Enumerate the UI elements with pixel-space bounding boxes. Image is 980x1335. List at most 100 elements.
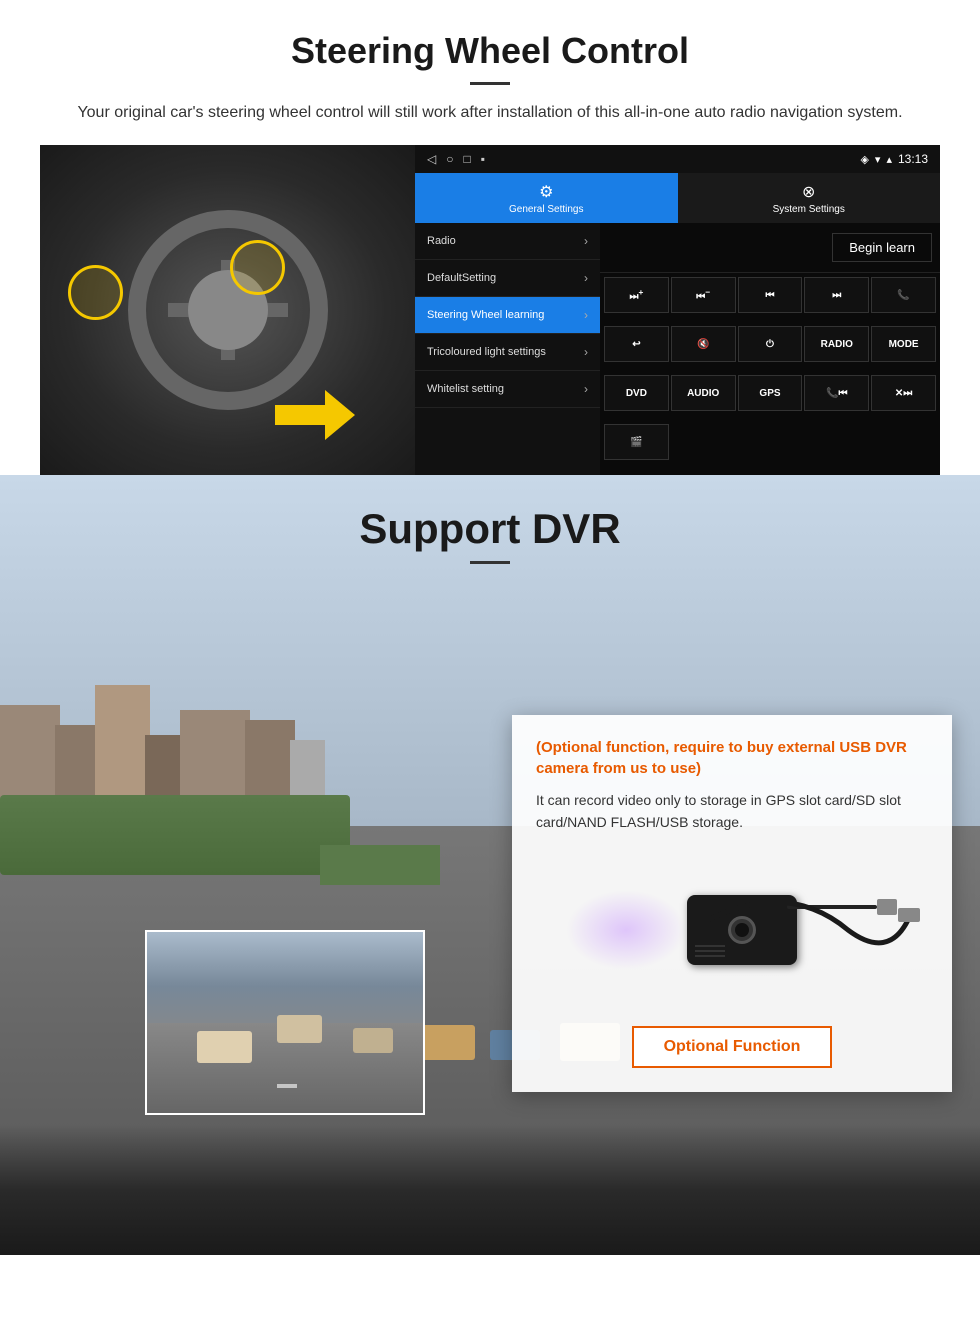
begin-learn-button[interactable]: Begin learn — [832, 233, 932, 262]
ctrl-gps-label: GPS — [759, 388, 780, 399]
ctrl-phone-prev[interactable]: 📞⏮ — [804, 375, 869, 411]
dvr-screenshot-content — [147, 932, 423, 1113]
menu-radio-label: Radio — [427, 235, 456, 247]
begin-learn-area: Begin learn — [600, 223, 940, 273]
title-divider — [470, 82, 510, 85]
ctrl-back[interactable]: ↩ — [604, 326, 669, 362]
steering-wheel-graphic — [40, 145, 415, 475]
controls-grid: ⏭+ ⏮− ⏮ ⏭ 📞 — [600, 273, 940, 475]
ctrl-extra-icon: 🎬 — [630, 437, 642, 448]
android-menu: Radio › DefaultSetting › Steering Wheel … — [415, 223, 600, 475]
back-icon: ◁ — [427, 152, 436, 166]
menu-radio-arrow: › — [584, 234, 588, 248]
ctrl-dvd-label: DVD — [626, 388, 647, 399]
android-panel: ◁ ○ □ ▪ ◈ ▾ ▴ 13:13 ⚙ General Settings — [415, 145, 940, 475]
left-control-highlight — [68, 265, 123, 320]
menu-item-tricolour[interactable]: Tricoloured light settings › — [415, 334, 600, 371]
signal-icon: ▴ — [886, 153, 892, 166]
ctrl-vol-down[interactable]: ⏮− — [671, 277, 736, 313]
ctrl-vol-up-icon: ⏭+ — [629, 287, 643, 302]
screenshot-car-3 — [277, 1015, 322, 1043]
arrow-indicator — [275, 385, 355, 445]
tab-system-settings[interactable]: ⊗ System Settings — [678, 173, 941, 223]
vegetation-right — [320, 845, 440, 885]
clock-display: 13:13 — [898, 152, 928, 166]
right-control-highlight — [230, 240, 285, 295]
screenshot-car-1 — [197, 1031, 252, 1063]
ctrl-vol-up[interactable]: ⏭+ — [604, 277, 669, 313]
ctrl-phone[interactable]: 📞 — [871, 277, 936, 313]
tab-general-settings[interactable]: ⚙ General Settings — [415, 173, 678, 223]
ctrl-x-next[interactable]: ✕⏭ — [871, 375, 936, 411]
dvr-title: Support DVR — [0, 505, 980, 553]
menu-item-default[interactable]: DefaultSetting › — [415, 260, 600, 297]
ctrl-phone-prev-icon: 📞⏮ — [826, 388, 847, 399]
ctrl-radio-label: RADIO — [821, 339, 853, 350]
ctrl-next[interactable]: ⏭ — [804, 277, 869, 313]
cable-svg — [708, 870, 928, 990]
section-subtitle: Your original car's steering wheel contr… — [60, 101, 920, 125]
system-icon: ⊗ — [802, 182, 815, 202]
menu-default-arrow: › — [584, 271, 588, 285]
dvr-optional-text: (Optional function, require to buy exter… — [536, 737, 928, 779]
steering-ui-area: ◁ ○ □ ▪ ◈ ▾ ▴ 13:13 ⚙ General Settings — [40, 145, 940, 475]
menu-tricolour-label: Tricoloured light settings — [427, 346, 546, 358]
settings-icon: ⚙ — [539, 182, 553, 202]
menu-item-steering[interactable]: Steering Wheel learning › — [415, 297, 600, 334]
lane-mark — [277, 1084, 297, 1088]
ctrl-prev[interactable]: ⏮ — [738, 277, 803, 313]
dvr-info-card: (Optional function, require to buy exter… — [512, 715, 952, 1092]
menu-tricolour-arrow: › — [584, 345, 588, 359]
android-content: Begin learn ⏭+ ⏮− ⏮ — [600, 223, 940, 475]
dvr-camera-image — [536, 850, 928, 1010]
arrow-svg — [275, 385, 355, 445]
menu-whitelist-arrow: › — [584, 382, 588, 396]
car-1 — [420, 1025, 475, 1060]
menu-default-label: DefaultSetting — [427, 272, 496, 284]
ctrl-back-icon: ↩ — [632, 339, 640, 350]
camera-glow — [566, 890, 686, 970]
ctrl-mute[interactable]: 🔇 — [671, 326, 736, 362]
android-body: Radio › DefaultSetting › Steering Wheel … — [415, 223, 940, 475]
dvr-description: It can record video only to storage in G… — [536, 789, 928, 834]
optional-function-container: Optional Function — [536, 1026, 928, 1068]
statusbar-right: ◈ ▾ ▴ 13:13 — [860, 152, 928, 166]
menu-item-radio[interactable]: Radio › — [415, 223, 600, 260]
wifi-icon: ▾ — [875, 153, 881, 166]
ctrl-extra[interactable]: 🎬 — [604, 424, 669, 460]
android-statusbar: ◁ ○ □ ▪ ◈ ▾ ▴ 13:13 — [415, 145, 940, 173]
ctrl-power[interactable]: ⏻ — [738, 326, 803, 362]
ctrl-x-next-icon: ✕⏭ — [895, 388, 912, 399]
steering-section: Steering Wheel Control Your original car… — [0, 0, 980, 475]
tab-system-label: System Settings — [773, 204, 845, 215]
page-title: Steering Wheel Control — [40, 30, 940, 72]
ctrl-prev-icon: ⏮ — [765, 290, 774, 301]
dvr-divider — [470, 561, 510, 564]
ctrl-gps[interactable]: GPS — [738, 375, 803, 411]
ctrl-audio-label: AUDIO — [687, 388, 719, 399]
menu-whitelist-label: Whitelist setting — [427, 383, 504, 395]
dvr-section: Support DVR (Optional function, require … — [0, 475, 980, 1255]
wheel-outer-ring — [128, 210, 328, 410]
menu-steering-label: Steering Wheel learning — [427, 309, 544, 321]
ctrl-mode[interactable]: MODE — [871, 326, 936, 362]
ctrl-radio[interactable]: RADIO — [804, 326, 869, 362]
dvr-section-header: Support DVR — [0, 475, 980, 578]
steering-photo — [40, 145, 415, 475]
menu-icon: ▪ — [481, 152, 485, 166]
dvr-screenshot-thumbnail — [145, 930, 425, 1115]
ctrl-vol-down-icon: ⏮− — [696, 287, 710, 302]
menu-item-whitelist[interactable]: Whitelist setting › — [415, 371, 600, 408]
ctrl-dvd[interactable]: DVD — [604, 375, 669, 411]
ctrl-audio[interactable]: AUDIO — [671, 375, 736, 411]
tab-general-label: General Settings — [509, 204, 584, 215]
menu-steering-arrow: › — [584, 308, 588, 322]
statusbar-left: ◁ ○ □ ▪ — [427, 152, 485, 166]
ctrl-next-icon: ⏭ — [832, 290, 841, 301]
ctrl-phone-icon: 📞 — [897, 290, 909, 301]
home-icon: ○ — [446, 152, 453, 166]
android-tabs[interactable]: ⚙ General Settings ⊗ System Settings — [415, 173, 940, 223]
optional-function-button[interactable]: Optional Function — [632, 1026, 833, 1068]
location-icon: ◈ — [860, 153, 868, 166]
screenshot-car-2 — [353, 1028, 393, 1053]
